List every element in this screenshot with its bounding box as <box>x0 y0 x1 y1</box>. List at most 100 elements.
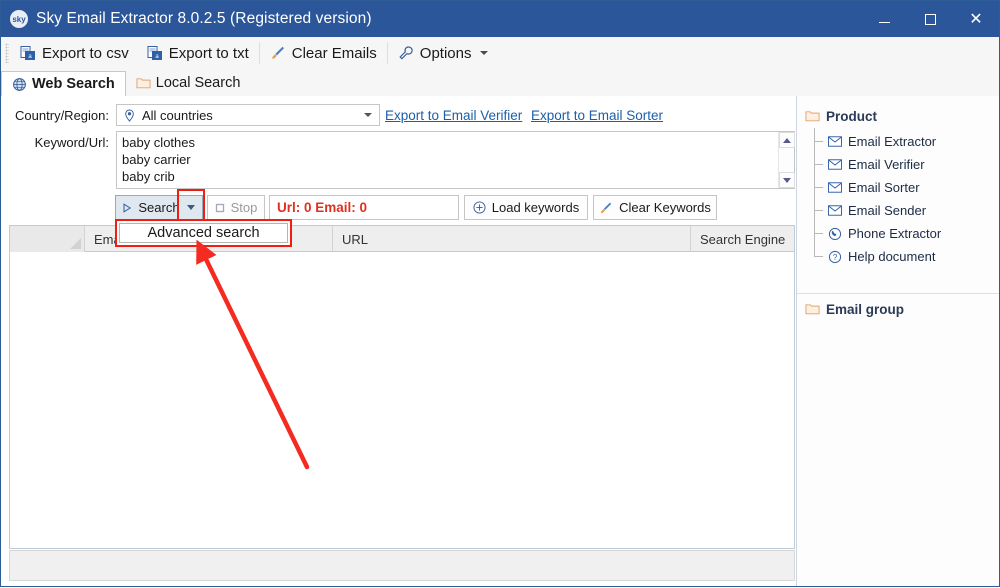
search-button-label: Search <box>138 200 180 215</box>
app-logo-icon: sky <box>10 10 28 28</box>
keyword-url-textarea[interactable]: baby clothes baby carrier baby crib <box>116 131 795 189</box>
tab-web-search-label: Web Search <box>32 76 115 92</box>
status-counter-text: Url: 0 Email: 0 <box>277 200 368 215</box>
tab-local-search[interactable]: Local Search <box>126 70 251 96</box>
svg-text:?: ? <box>833 252 838 261</box>
side-item-phone-extractor[interactable]: Phone Extractor <box>811 222 999 245</box>
export-to-email-verifier-link[interactable]: Export to Email Verifier <box>385 108 522 123</box>
export-to-csv-label: Export to csv <box>42 44 129 62</box>
status-bar <box>9 550 795 581</box>
export-csv-icon: a <box>20 45 36 61</box>
panel-divider <box>797 293 999 294</box>
question-circle-icon: ? <box>828 250 842 264</box>
column-header-search-engine-label: Search Engine <box>700 231 786 247</box>
keyword-scrollbar[interactable] <box>778 132 795 188</box>
side-item-email-verifier[interactable]: Email Verifier <box>811 153 999 176</box>
stop-button[interactable]: Stop <box>207 195 265 220</box>
options-label: Options <box>419 44 472 62</box>
keyword-url-value: baby clothes baby carrier baby crib <box>122 135 195 184</box>
panel-group-product-items: Email Extractor Email Verifier Email Sor… <box>811 128 999 268</box>
load-keywords-label: Load keywords <box>491 200 580 215</box>
stop-square-icon <box>215 203 225 213</box>
tab-web-search[interactable]: Web Search <box>1 71 126 97</box>
tab-local-search-label: Local Search <box>155 75 241 91</box>
maximize-button[interactable] <box>907 1 953 37</box>
scroll-up-button[interactable] <box>779 132 795 148</box>
main-toolbar: a Export to csv a Export to txt Clear Em… <box>1 37 999 70</box>
triangle-up-icon <box>783 137 791 143</box>
annotation-highlight-dropdown-caret <box>177 189 205 222</box>
side-panel: Product Email Extractor Email Verifier E… <box>796 96 999 586</box>
title-bar: sky Sky Email Extractor 8.0.2.5 (Registe… <box>1 1 999 37</box>
side-item-label: Email Extractor <box>848 134 937 149</box>
options-button[interactable]: Options <box>389 38 498 68</box>
folder-icon <box>805 109 820 123</box>
wrench-icon <box>398 45 414 61</box>
chevron-down-icon[interactable] <box>480 51 489 55</box>
toolbar-separator <box>258 42 260 64</box>
tree-dash <box>814 256 823 257</box>
location-pin-icon <box>123 108 136 122</box>
panel-group-email-group-header[interactable]: Email group <box>797 297 999 321</box>
toolbar-grip[interactable] <box>5 43 9 63</box>
envelope-icon <box>828 159 842 170</box>
table-corner-cell[interactable] <box>10 226 85 252</box>
tree-dash <box>814 233 823 234</box>
tree-dash <box>814 164 823 165</box>
chevron-down-icon[interactable] <box>364 113 372 117</box>
tree-dash <box>814 141 823 142</box>
toolbar-separator-2 <box>386 42 388 64</box>
export-to-email-sorter-link[interactable]: Export to Email Sorter <box>531 108 663 123</box>
column-header-url[interactable]: URL <box>333 226 691 252</box>
folder-icon <box>136 76 151 90</box>
panel-group-email-group-title: Email group <box>826 301 905 317</box>
side-item-help-document[interactable]: ? Help document <box>811 245 999 268</box>
advanced-search-menu-item[interactable]: Advanced search <box>115 219 292 247</box>
side-item-label: Email Verifier <box>848 157 925 172</box>
clear-emails-button[interactable]: Clear Emails <box>261 38 386 68</box>
side-item-label: Help document <box>848 249 936 264</box>
advanced-search-label: Advanced search <box>147 225 260 241</box>
country-region-label: Country/Region: <box>15 108 109 123</box>
column-header-url-label: URL <box>342 231 369 247</box>
window-title: Sky Email Extractor 8.0.2.5 (Registered … <box>36 10 372 27</box>
export-to-txt-button[interactable]: a Export to txt <box>138 38 258 68</box>
globe-icon <box>12 77 27 92</box>
export-txt-icon: a <box>147 45 163 61</box>
phone-icon <box>828 227 842 241</box>
envelope-icon <box>828 136 842 147</box>
column-header-search-engine[interactable]: Search Engine <box>691 226 793 252</box>
side-item-email-sorter[interactable]: Email Sorter <box>811 176 999 199</box>
tab-strip: Web Search Local Search <box>1 69 999 97</box>
side-item-label: Email Sorter <box>848 180 920 195</box>
plus-circle-icon <box>473 201 486 214</box>
tree-dash <box>814 210 823 211</box>
brush-icon <box>270 45 286 61</box>
panel-group-product: Product Email Extractor Email Verifier E… <box>797 104 999 268</box>
clear-emails-label: Clear Emails <box>291 44 377 62</box>
country-region-value: All countries <box>142 107 213 123</box>
side-item-label: Email Sender <box>848 203 927 218</box>
envelope-icon <box>828 182 842 193</box>
side-item-label: Phone Extractor <box>848 226 942 241</box>
panel-group-email-group: Email group <box>797 297 999 321</box>
brush-icon <box>599 201 613 215</box>
side-item-email-extractor[interactable]: Email Extractor <box>811 130 999 153</box>
window-controls: ✕ <box>861 1 999 37</box>
close-button[interactable]: ✕ <box>953 1 999 37</box>
panel-group-product-header[interactable]: Product <box>797 104 999 128</box>
load-keywords-button[interactable]: Load keywords <box>464 195 588 220</box>
keyword-url-label: Keyword/Url: <box>34 135 109 150</box>
folder-icon <box>805 302 820 316</box>
export-to-txt-label: Export to txt <box>168 44 249 62</box>
scroll-down-button[interactable] <box>779 172 795 188</box>
country-region-select[interactable]: All countries <box>116 104 380 126</box>
triangle-down-icon <box>783 177 791 183</box>
status-counter: Url: 0 Email: 0 <box>269 195 459 220</box>
side-item-email-sender[interactable]: Email Sender <box>811 199 999 222</box>
panel-group-product-title: Product <box>826 108 878 124</box>
export-to-csv-button[interactable]: a Export to csv <box>11 38 138 68</box>
application-window: sky Sky Email Extractor 8.0.2.5 (Registe… <box>0 0 1000 587</box>
clear-keywords-button[interactable]: Clear Keywords <box>593 195 717 220</box>
minimize-button[interactable] <box>861 1 907 37</box>
